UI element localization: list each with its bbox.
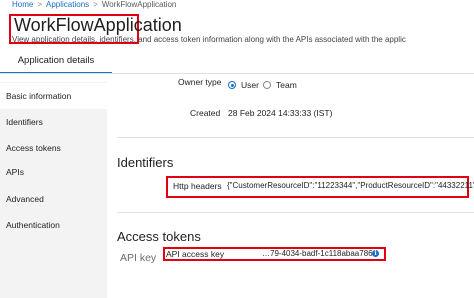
owner-team-radio[interactable] [263,81,271,89]
sidebar-item-basic-information[interactable]: Basic information [0,83,107,109]
created-label: Created [190,108,221,118]
breadcrumb-current: WorkFlowApplication [101,0,177,9]
sidebar-item-apis[interactable]: APIs [0,159,107,185]
owner-type-label: Owner type [178,77,222,87]
sidebar-item-authentication[interactable]: Authentication [0,212,107,238]
created-value: 28 Feb 2024 14:33:33 (IST) [228,108,333,118]
tabs-divider [0,73,474,74]
section-divider [117,137,474,138]
sidebar: Basic information Identifiers Access tok… [0,82,107,298]
breadcrumb-separator: > [93,0,98,9]
http-headers-label: Http headers [173,181,222,191]
tab-application-details[interactable]: Application details [0,50,112,74]
owner-user-radio[interactable] [228,81,236,89]
access-tokens-heading: Access tokens [117,229,201,244]
breadcrumb-separator: > [37,0,43,9]
section-divider [117,212,474,213]
sidebar-item-identifiers[interactable]: Identifiers [0,109,107,135]
http-headers-value: {"CustomerResourceID":"11223344","Produc… [227,181,474,190]
identifiers-heading: Identifiers [117,155,174,170]
breadcrumb-applications-link[interactable]: Applications [46,0,89,9]
owner-team-label[interactable]: Team [276,80,297,90]
sidebar-item-advanced[interactable]: Advanced [0,186,107,212]
info-icon[interactable]: i [372,250,379,257]
breadcrumb-home-link[interactable]: Home [12,0,33,9]
sidebar-item-access-tokens[interactable]: Access tokens [0,135,107,161]
breadcrumb: Home > Applications > WorkFlowApplication [12,0,176,9]
page-title: WorkFlowApplication [14,15,182,35]
api-access-key-value: …79-4034-badf-1c118abaa786 [262,249,373,258]
owner-user-label[interactable]: User [241,80,259,90]
api-key-heading: API key [120,252,157,264]
api-access-key-label: API access key [166,249,225,259]
page-subtitle: View application details, identifiers, a… [12,35,406,44]
